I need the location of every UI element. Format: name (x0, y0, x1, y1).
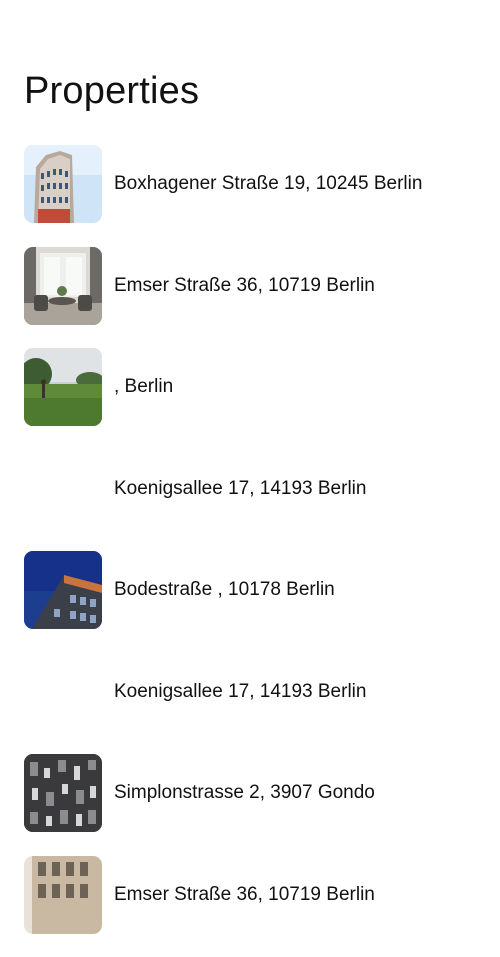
property-address: Koenigsallee 17, 14193 Berlin (114, 680, 366, 704)
property-address: Emser Straße 36, 10719 Berlin (114, 883, 375, 907)
property-address: Emser Straße 36, 10719 Berlin (114, 274, 375, 298)
property-address: Simplonstrasse 2, 3907 Gondo (114, 781, 375, 805)
property-thumbnail (24, 247, 102, 325)
property-address: , Berlin (114, 375, 173, 399)
list-item[interactable]: , Berlin (0, 348, 500, 450)
property-thumbnail (24, 754, 102, 832)
list-item[interactable]: Koenigsallee 17, 14193 Berlin (0, 450, 500, 552)
list-item[interactable]: Emser Straße 36, 10719 Berlin (0, 856, 500, 957)
page-title: Properties (24, 68, 199, 114)
list-item[interactable]: Emser Straße 36, 10719 Berlin (0, 247, 500, 349)
property-thumbnail (24, 145, 102, 223)
property-thumbnail (24, 348, 102, 426)
list-item[interactable]: Boxhagener Straße 19, 10245 Berlin (0, 145, 500, 247)
property-thumbnail (24, 856, 102, 934)
property-address: Bodestraße , 10178 Berlin (114, 578, 335, 602)
property-list: Boxhagener Straße 19, 10245 Berlin Emser… (0, 145, 500, 957)
list-item[interactable]: Koenigsallee 17, 14193 Berlin (0, 653, 500, 755)
property-thumbnail (24, 551, 102, 629)
list-item[interactable]: Simplonstrasse 2, 3907 Gondo (0, 754, 500, 856)
property-address: Boxhagener Straße 19, 10245 Berlin (114, 172, 422, 196)
list-item[interactable]: Bodestraße , 10178 Berlin (0, 551, 500, 653)
property-address: Koenigsallee 17, 14193 Berlin (114, 477, 366, 501)
